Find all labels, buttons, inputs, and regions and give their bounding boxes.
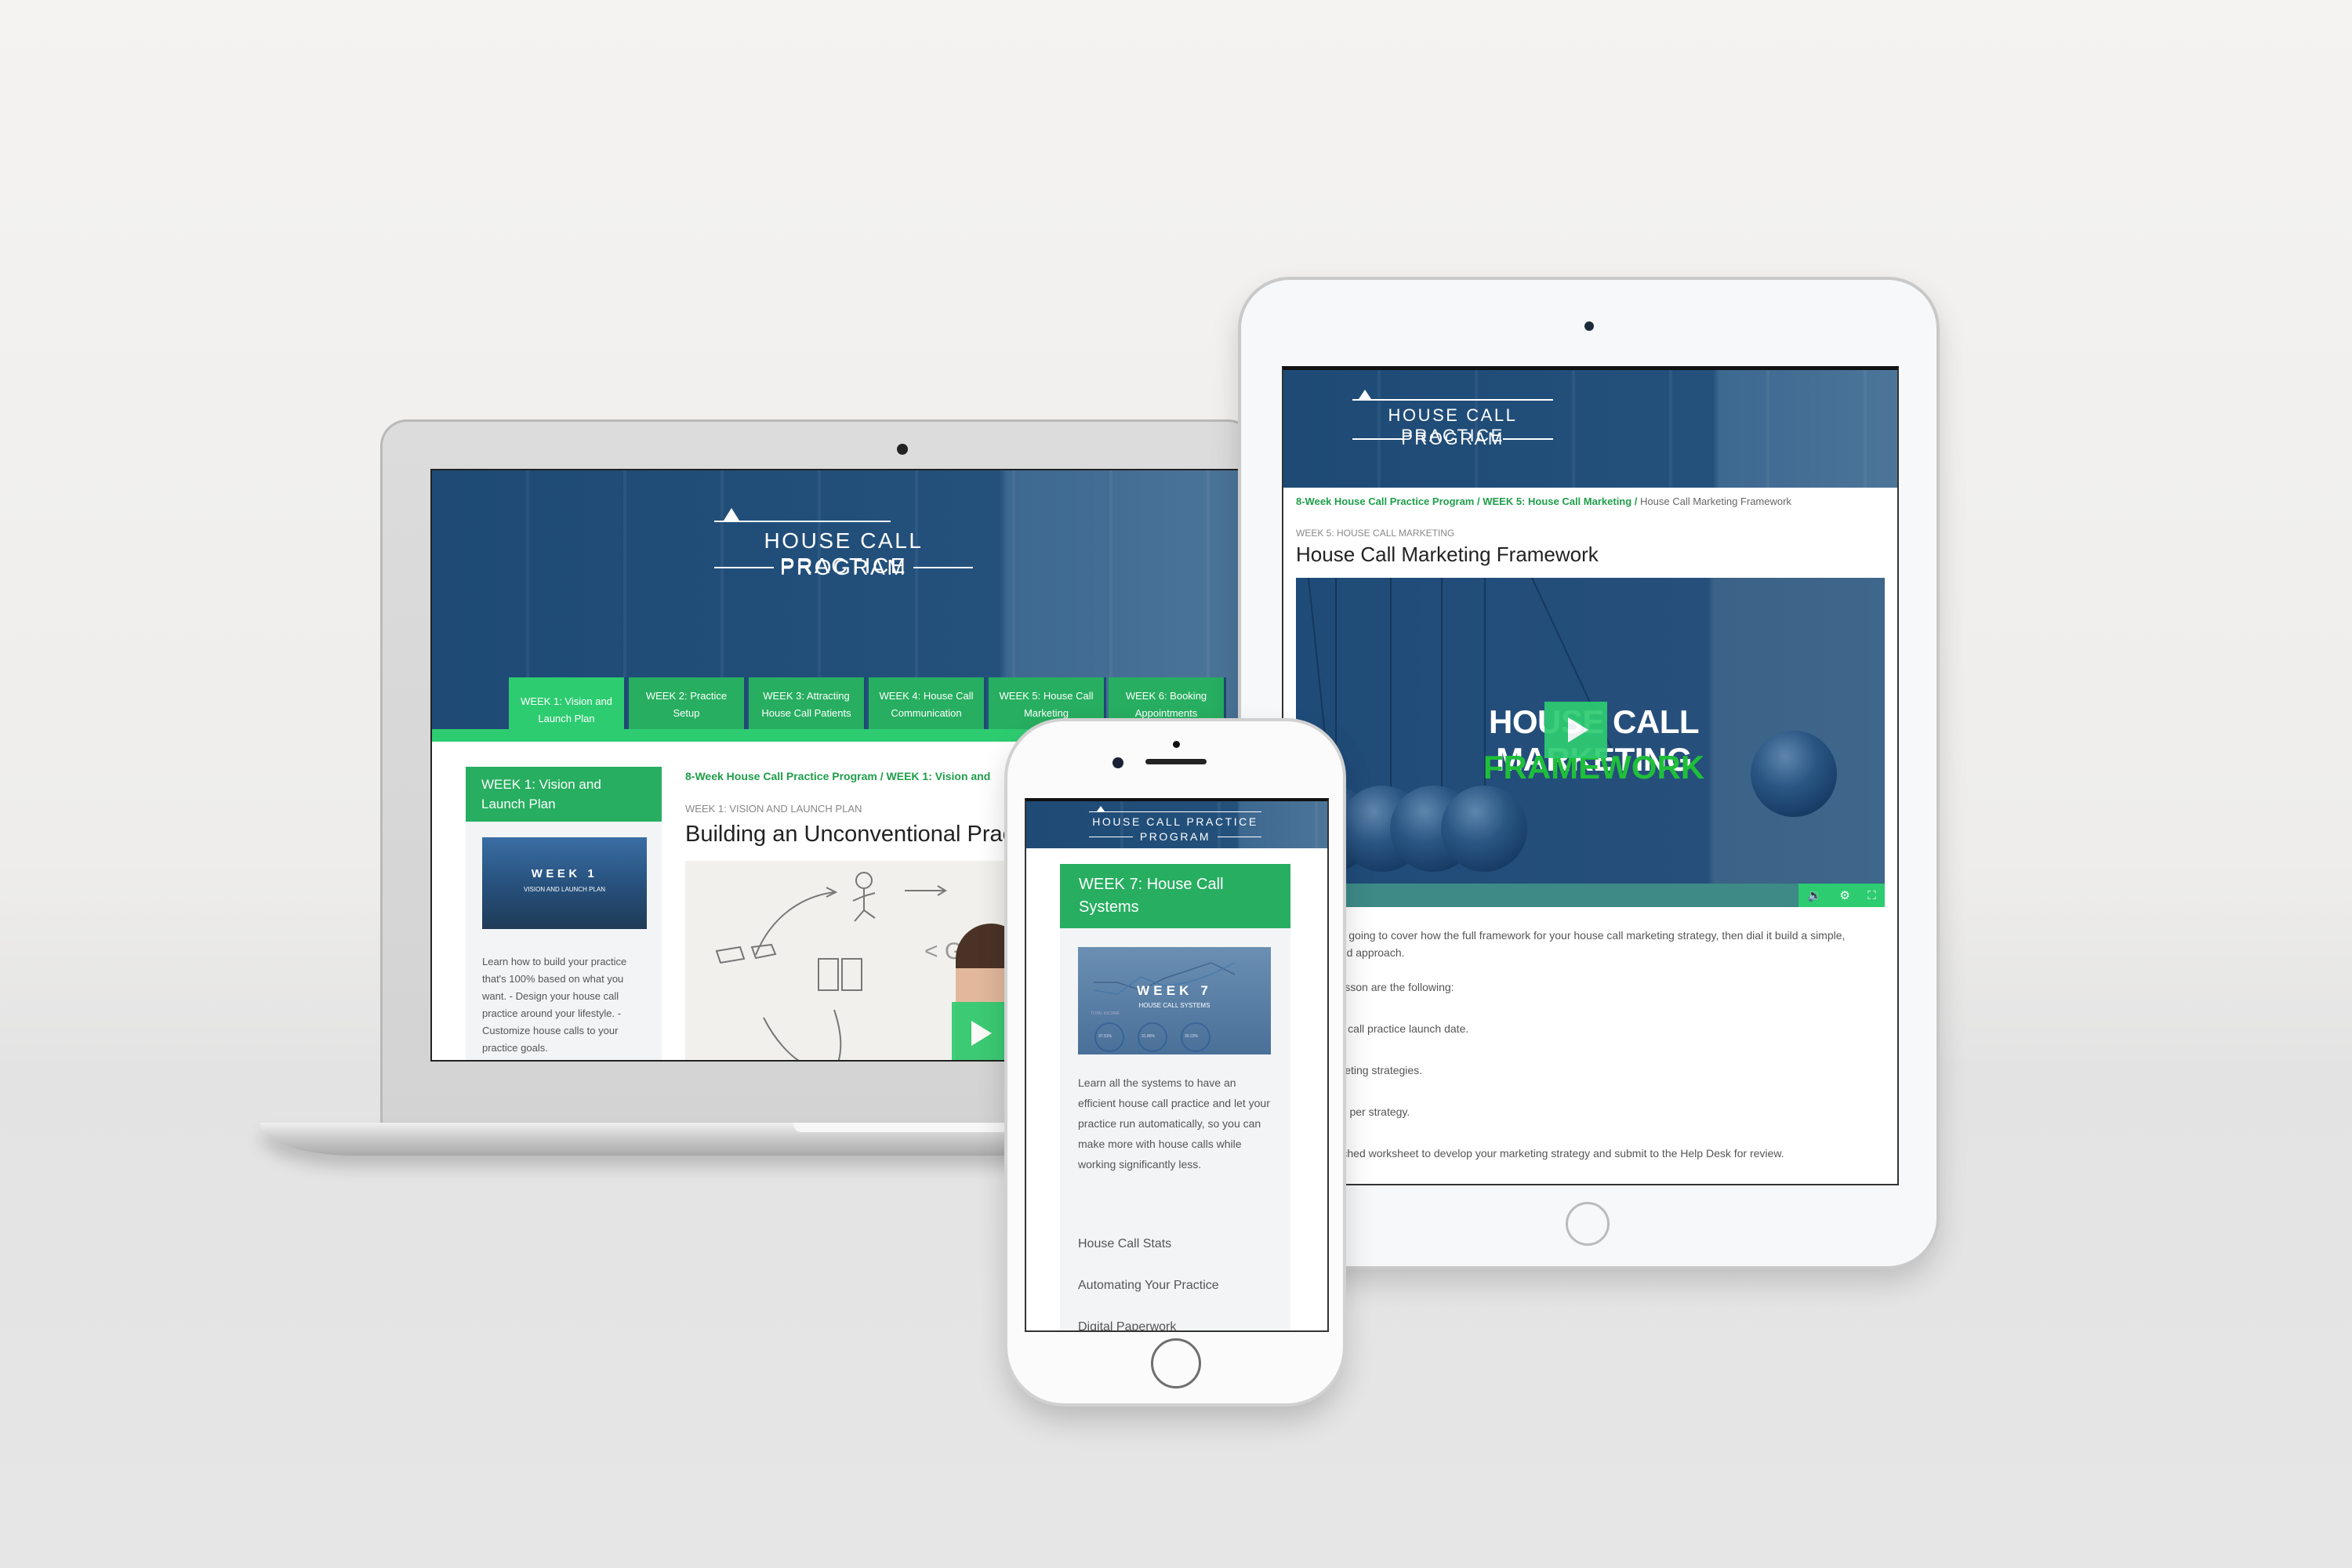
breadcrumb: 8-Week House Call Practice Program / WEE… [1296, 495, 1791, 507]
logo-rule-top [1352, 399, 1553, 401]
thumb-subtitle: VISION AND LAUNCH PLAN [523, 886, 606, 893]
week-tab[interactable]: WEEK 4: House Call Communication [869, 677, 986, 729]
logo-rule-top [714, 521, 891, 522]
tablet-logo[interactable]: HOUSE CALL PRACTICE PROGRAM [1352, 390, 1553, 460]
body-paragraph: our house call practice launch date. [1296, 1022, 1469, 1035]
play-icon [971, 1021, 992, 1046]
phone-home-button[interactable] [1151, 1338, 1201, 1388]
play-button[interactable] [1544, 702, 1607, 758]
video-controls: 6:00 🔉 ⚙ ⛶ [1296, 884, 1885, 907]
logo-rule-top [1089, 811, 1261, 812]
laptop-camera-icon [897, 444, 908, 455]
sidebar-description: Learn how to build your practice that's … [482, 956, 627, 1054]
thumb-stat-label: TOTAL INCOME [1091, 1011, 1120, 1016]
play-button[interactable] [952, 1002, 1007, 1060]
thumb-stat: 31.86% [1142, 1034, 1155, 1039]
tablet-hero-banner: HOUSE CALL PRACTICE PROGRAM [1283, 370, 1897, 488]
thumb-stat: 37.91% [1098, 1034, 1112, 1039]
body-paragraph: s in this lesson are the following: [1296, 981, 1454, 993]
phone-screen: HOUSE CALL PRACTICE PROGRAM WEEK 7: Hous… [1025, 798, 1329, 1332]
fullscreen-icon[interactable]: ⛶ [1867, 889, 1876, 902]
lesson-video[interactable]: HOUSE CALL MARKETING FRAMEWORK 6:00 🔉 ⚙ … [1296, 578, 1885, 907]
breadcrumb[interactable]: 8-Week House Call Practice Program / WEE… [685, 770, 990, 782]
video-control-buttons: 🔉 ⚙ ⛶ [1798, 884, 1885, 907]
week-tab[interactable]: WEEK 1: Vision and Launch Plan [509, 677, 626, 729]
body-paragraph: your goals per strategy. [1296, 1105, 1410, 1118]
lesson-body: son, we're going to cover how the full f… [1296, 927, 1885, 1184]
lesson-title: House Call Marketing Framework [1296, 543, 1599, 566]
week-thumbnail[interactable]: WEEK 7 HOUSE CALL SYSTEMS TOTAL INCOME 3… [1078, 947, 1271, 1054]
thumb-stat: 30.23% [1185, 1034, 1198, 1039]
logo-triangle-icon [724, 508, 739, 521]
volume-icon[interactable]: 🔉 [1807, 888, 1822, 902]
tablet-home-button[interactable] [1566, 1202, 1610, 1246]
phone-camera-icon [1112, 757, 1123, 768]
phone-sensor-icon [1173, 741, 1180, 748]
body-paragraph: your marketing strategies. [1296, 1064, 1423, 1076]
week-card: WEEK 7: House Call Systems WEEK 7 HOUSE … [1060, 864, 1290, 1330]
phone-logo[interactable]: HOUSE CALL PRACTICE PROGRAM [1089, 806, 1261, 845]
thumb-title: WEEK 7 [1137, 983, 1212, 998]
cradle-ball [1441, 786, 1527, 872]
body-paragraph: d the attached worksheet to develop your… [1296, 1147, 1784, 1160]
week-thumbnail[interactable]: WEEK 1 VISION AND LAUNCH PLAN [482, 837, 647, 929]
week-description: Learn all the systems to have an efficie… [1078, 1076, 1270, 1171]
breadcrumb-separator: / [1474, 495, 1483, 507]
week-tab[interactable]: WEEK 3: Attracting House Call Patients [749, 677, 866, 729]
phone-speaker [1145, 759, 1207, 764]
breadcrumb-link-program[interactable]: 8-Week House Call Practice Program [1296, 495, 1474, 507]
lesson-link[interactable]: Automating Your Practice [1078, 1279, 1219, 1293]
logo-triangle-icon [1097, 806, 1105, 811]
lesson-link[interactable]: House Call Stats [1078, 1237, 1171, 1251]
body-paragraph: son, we're going to cover how the full f… [1296, 929, 1846, 959]
lesson-title: Building an Unconventional Practice [685, 822, 1050, 847]
logo-rule-right [1503, 438, 1553, 440]
breadcrumb-separator: / [1632, 495, 1641, 507]
thumb-title: WEEK 1 [531, 867, 598, 880]
breadcrumb-link-week[interactable]: WEEK 5: House Call Marketing [1483, 495, 1632, 507]
week-tab[interactable]: WEEK 2: Practice Setup [629, 677, 746, 729]
tablet-camera-icon [1584, 321, 1594, 331]
lesson-overline: WEEK 1: VISION AND LAUNCH PLAN [685, 803, 862, 815]
breadcrumb-current: House Call Marketing Framework [1640, 495, 1791, 507]
lesson-overline: WEEK 5: HOUSE CALL MARKETING [1296, 528, 1455, 539]
laptop-logo[interactable]: HOUSE CALL PRACTICE PROGRAM [714, 508, 973, 596]
logo-rule-right [913, 567, 973, 568]
logo-triangle-icon [1359, 390, 1371, 399]
laptop-hero-banner: HOUSE CALL PRACTICE PROGRAM WEEK 1: Visi… [432, 470, 1243, 729]
play-icon [1568, 717, 1588, 742]
sidebar-week-heading[interactable]: WEEK 1: Vision and Launch Plan [466, 767, 662, 822]
logo-line1: HOUSE CALL PRACTICE [1092, 815, 1258, 828]
sidebar-week-card: WEEK 1: Vision and Launch Plan WEEK 1 VI… [466, 767, 662, 1060]
phone-hero-banner: HOUSE CALL PRACTICE PROGRAM [1026, 801, 1327, 848]
thumb-subtitle: HOUSE CALL SYSTEMS [1138, 1002, 1210, 1009]
week-heading[interactable]: WEEK 7: House Call Systems [1060, 864, 1290, 928]
lesson-link[interactable]: Digital Paperwork [1078, 1320, 1176, 1330]
tablet-screen: HOUSE CALL PRACTICE PROGRAM 8-Week House… [1282, 366, 1899, 1185]
settings-icon[interactable]: ⚙ [1839, 888, 1849, 902]
